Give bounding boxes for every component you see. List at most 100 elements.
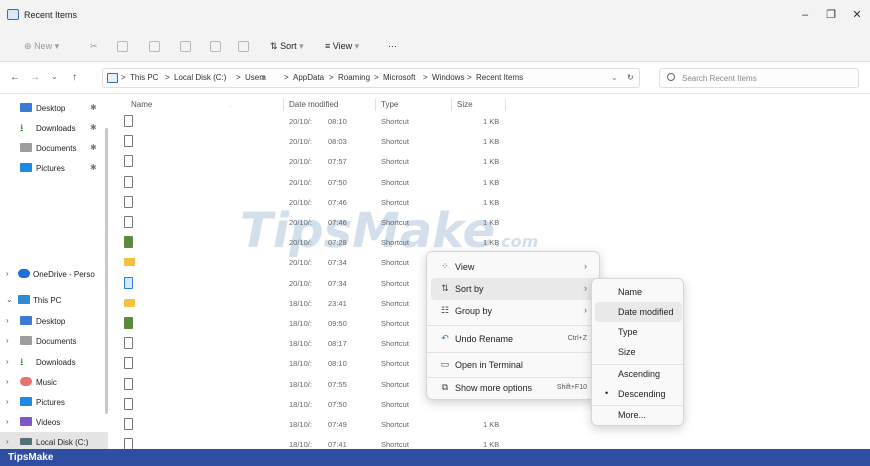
row-type: Shortcut — [381, 117, 409, 126]
sort-order-descending[interactable]: • Descending — [595, 384, 682, 404]
chevron-right-icon[interactable]: › — [6, 417, 9, 426]
new-label: New — [34, 41, 53, 51]
row-type: Shortcut — [381, 157, 409, 167]
sidebar-item-this-pc[interactable]: ⌄ This PC — [0, 290, 108, 310]
context-menu-view[interactable]: ⁘ View › — [431, 256, 597, 278]
more-options-button[interactable]: ··· — [388, 39, 397, 53]
sort-order-ascending[interactable]: Ascending — [595, 364, 682, 384]
close-button[interactable]: ✕ — [845, 8, 869, 22]
shortcut-label: Ctrl+Z — [567, 335, 587, 342]
column-divider[interactable] — [375, 99, 376, 111]
search-box[interactable]: Search Recent Items — [659, 68, 859, 88]
sidebar-item-desktop-quick[interactable]: Desktop ✱ — [0, 98, 108, 118]
sidebar-item-desktop[interactable]: › Desktop — [0, 311, 108, 331]
sidebar-item-label: Desktop — [36, 104, 66, 113]
table-row[interactable]: 18/10/: 07:49 Shortcut 1 KB — [115, 415, 505, 435]
column-divider[interactable] — [451, 99, 452, 111]
breadcrumb-microsoft[interactable]: Microsoft — [383, 73, 415, 82]
sidebar-scrollbar[interactable] — [105, 128, 108, 414]
sidebar-item-music[interactable]: › Music — [0, 372, 108, 392]
breadcrumb-sep: > — [121, 73, 126, 82]
breadcrumb-appdata[interactable]: AppData — [293, 73, 324, 82]
column-header-type[interactable]: Type — [381, 100, 398, 109]
row-date: 20/10/: — [289, 117, 312, 126]
delete-icon[interactable] — [238, 39, 249, 53]
breadcrumb-windows[interactable]: Windows — [432, 73, 464, 82]
sidebar-item-pictures-quick[interactable]: Pictures ✱ — [0, 158, 108, 178]
context-menu-open-in-terminal[interactable]: ▭ Open in Terminal — [431, 354, 597, 376]
sidebar-item-downloads-quick[interactable]: ⭳ Downloads ✱ — [0, 118, 108, 138]
table-row[interactable]: 20/10/: 08:10 Shortcut 1 KB — [115, 112, 505, 132]
row-date: 18/10/: — [289, 359, 312, 369]
command-bar: ⊕ New ▾ ✂ ⇅ Sort ▾ ≡ View ▾ ··· — [0, 30, 870, 62]
chevron-right-icon[interactable]: › — [6, 357, 9, 366]
view-button[interactable]: ≡ View ▾ — [325, 39, 359, 53]
minimize-button[interactable]: – — [793, 8, 817, 22]
rename-icon[interactable] — [180, 39, 191, 53]
table-row[interactable]: 20/10/: 07:57 Shortcut 1 KB — [115, 152, 505, 172]
menu-item-label: Type — [618, 327, 638, 337]
column-header-date-modified[interactable]: Date modified — [289, 100, 338, 109]
sidebar-item-downloads[interactable]: › ⭳ Downloads — [0, 352, 108, 372]
row-date: 20/10/: — [289, 137, 312, 147]
context-menu-undo-rename[interactable]: ↶ Undo Rename Ctrl+Z — [431, 328, 597, 350]
context-menu-sort-by[interactable]: ⇅ Sort by › — [431, 278, 597, 300]
share-icon[interactable] — [210, 39, 221, 53]
sort-option-type[interactable]: Type — [595, 322, 682, 342]
column-header-size[interactable]: Size — [457, 100, 473, 109]
column-divider[interactable] — [505, 99, 506, 111]
breadcrumb-roaming[interactable]: Roaming — [338, 73, 370, 82]
address-dropdown-icon[interactable]: ⌄ — [611, 73, 618, 82]
chevron-right-icon[interactable]: › — [6, 316, 9, 325]
sort-option-size[interactable]: Size — [595, 342, 682, 362]
breadcrumb-this-pc[interactable]: This PC — [130, 73, 158, 82]
sidebar-item-documents[interactable]: › Documents — [0, 331, 108, 351]
breadcrumb-local-disk[interactable]: Local Disk (C:) — [174, 73, 226, 82]
menu-item-label: Date modified — [618, 307, 674, 317]
context-menu: ⁘ View › ⇅ Sort by › ☷ Group by › ↶ Undo… — [426, 251, 600, 400]
chevron-down-icon[interactable]: ⌄ — [6, 295, 13, 304]
view-icon: ⁘ — [441, 261, 449, 271]
sort-button[interactable]: ⇅ Sort ▾ — [270, 39, 304, 53]
sort-option-more[interactable]: More... — [595, 405, 682, 425]
column-header-name[interactable]: Name — [131, 100, 152, 109]
copy-icon[interactable] — [117, 39, 128, 53]
breadcrumb-sep: > — [284, 73, 289, 82]
sort-option-date-modified[interactable]: Date modified — [595, 302, 682, 322]
new-button[interactable]: ⊕ New ▾ — [24, 39, 59, 53]
cut-icon[interactable]: ✂ — [90, 39, 98, 53]
chevron-right-icon[interactable]: › — [6, 397, 9, 406]
table-row[interactable]: 20/10/: 07:50 Shortcut 1 KB — [115, 173, 505, 193]
sidebar-item-documents-quick[interactable]: Documents ✱ — [0, 138, 108, 158]
row-size: 1 KB — [483, 117, 500, 126]
column-divider[interactable] — [283, 99, 284, 111]
row-type: Shortcut — [381, 177, 409, 187]
sidebar-item-onedrive[interactable]: › OneDrive - Perso — [0, 264, 108, 284]
forward-arrow-icon[interactable]: → — [30, 72, 40, 83]
brand-footer-bar: TipsMake — [0, 449, 870, 466]
row-time: 08:03 — [328, 137, 347, 147]
sidebar-item-videos[interactable]: › Videos — [0, 412, 108, 432]
address-bar[interactable]: > This PC > Local Disk (C:) > Users > > … — [102, 68, 640, 88]
sidebar-item-pictures[interactable]: › Pictures — [0, 392, 108, 412]
row-time: 07:50 — [328, 177, 347, 187]
breadcrumb-recent-items[interactable]: Recent Items — [476, 73, 523, 82]
back-arrow-icon[interactable]: ← — [10, 72, 20, 83]
paste-icon[interactable] — [149, 39, 160, 53]
refresh-icon[interactable]: ↻ — [627, 73, 634, 82]
recent-locations-icon[interactable]: ⌄ — [51, 72, 58, 81]
brand-footer-text: TipsMake — [8, 452, 54, 463]
file-icon — [124, 175, 133, 188]
chevron-right-icon[interactable]: › — [6, 377, 9, 386]
table-row[interactable]: 20/10/: 08:03 Shortcut 1 KB — [115, 132, 505, 152]
context-menu-group-by[interactable]: ☷ Group by › — [431, 300, 597, 322]
maximize-button[interactable]: ❐ — [819, 8, 843, 22]
sort-option-name[interactable]: Name — [595, 282, 682, 302]
up-arrow-icon[interactable]: ↑ — [72, 72, 77, 83]
chevron-right-icon[interactable]: › — [6, 437, 9, 446]
chevron-right-icon[interactable]: › — [6, 336, 9, 345]
context-menu-show-more-options[interactable]: ⧉ Show more options Shift+F10 — [431, 377, 597, 399]
chevron-right-icon[interactable]: › — [6, 269, 9, 278]
breadcrumb-sep: > — [236, 73, 241, 82]
row-date: 20/10/: — [289, 177, 312, 187]
